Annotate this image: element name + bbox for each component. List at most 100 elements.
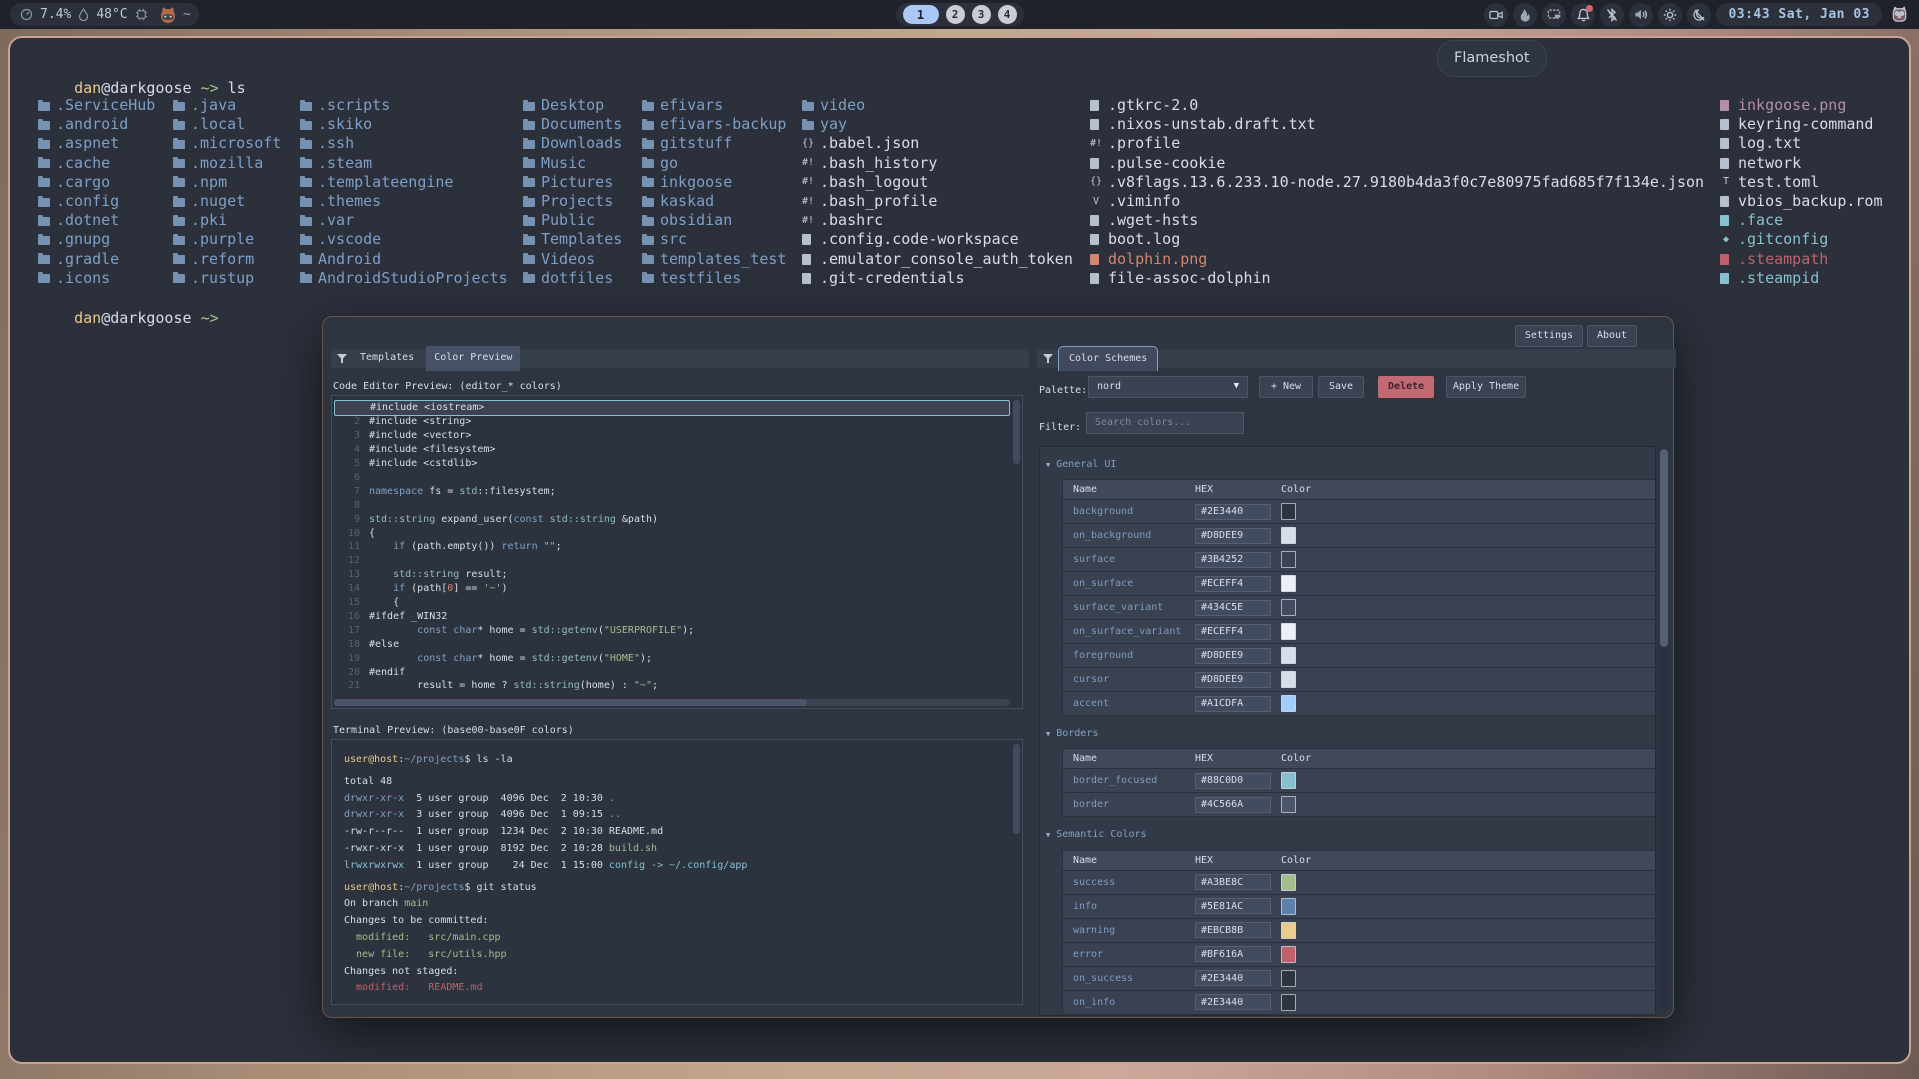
bluetooth-button[interactable] bbox=[1600, 3, 1624, 27]
file-entry: go bbox=[642, 154, 786, 173]
color-swatch[interactable] bbox=[1281, 946, 1296, 963]
tab-templates[interactable]: Templates bbox=[352, 346, 422, 370]
color-swatch[interactable] bbox=[1281, 922, 1296, 939]
hex-value-input[interactable]: #D8DEE9 bbox=[1195, 648, 1271, 664]
color-swatch[interactable] bbox=[1281, 796, 1296, 813]
color-row: success#A3BE8C bbox=[1063, 870, 1655, 894]
workspace-button-3[interactable]: 3 bbox=[972, 5, 991, 24]
color-swatch[interactable] bbox=[1281, 647, 1296, 664]
color-swatch[interactable] bbox=[1281, 671, 1296, 688]
schemes-scrollbar[interactable] bbox=[1660, 446, 1668, 1012]
color-swatch[interactable] bbox=[1281, 994, 1296, 1011]
color-swatch[interactable] bbox=[1281, 527, 1296, 544]
settings-button[interactable]: Settings bbox=[1515, 325, 1583, 347]
color-search-input[interactable]: Search colors... bbox=[1086, 412, 1244, 434]
apply-theme-button[interactable]: Apply Theme bbox=[1446, 376, 1526, 398]
hex-value-input[interactable]: #88C0D0 bbox=[1195, 773, 1271, 789]
schemes-scrollbar-thumb[interactable] bbox=[1660, 449, 1668, 647]
palette-select[interactable]: nord ▼ bbox=[1088, 376, 1248, 398]
screen-record-button[interactable] bbox=[1484, 3, 1508, 27]
flameshot-button[interactable] bbox=[1513, 3, 1537, 27]
section-header[interactable]: ▼Semantic Colors bbox=[1046, 825, 1655, 845]
screen-lock-icon bbox=[1547, 8, 1561, 21]
folder-icon bbox=[38, 178, 50, 187]
folder-icon bbox=[173, 274, 185, 283]
brightness-sun-icon bbox=[1663, 8, 1677, 22]
file-icon bbox=[1090, 254, 1099, 265]
file-icon bbox=[1090, 119, 1099, 130]
hex-value-input[interactable]: #A1CDFA bbox=[1195, 696, 1271, 712]
file-entry: .config bbox=[38, 192, 155, 211]
color-swatch[interactable] bbox=[1281, 772, 1296, 789]
color-name: surface bbox=[1063, 550, 1195, 569]
tray-owl-button[interactable] bbox=[1887, 3, 1911, 27]
workspace-button-1[interactable]: 1 bbox=[903, 5, 939, 24]
theme-editor-window[interactable]: Settings About Templates Color Preview C… bbox=[322, 316, 1674, 1018]
color-swatch[interactable] bbox=[1281, 623, 1296, 640]
editor-vscrollbar-thumb[interactable] bbox=[1013, 400, 1020, 464]
color-row: error#BF616A bbox=[1063, 942, 1655, 966]
terminal-window[interactable]: dan@darkgoose ~> ls .ServiceHub.android.… bbox=[8, 36, 1911, 1064]
clock[interactable]: 03:43 Sat, Jan 03 bbox=[1716, 3, 1882, 26]
editor-hscrollbar-thumb[interactable] bbox=[334, 699, 807, 706]
save-button[interactable]: Save bbox=[1318, 376, 1364, 398]
color-swatch[interactable] bbox=[1281, 599, 1296, 616]
prompt-user: dan bbox=[74, 79, 101, 97]
notifications-button[interactable] bbox=[1571, 3, 1595, 27]
table-header-row: NameHEXColor bbox=[1063, 480, 1655, 499]
delete-button[interactable]: Delete bbox=[1378, 376, 1434, 398]
terminal-preview[interactable]: user@host:~/projects$ ls -latotal 48drwx… bbox=[331, 739, 1023, 1005]
color-swatch[interactable] bbox=[1281, 575, 1296, 592]
hex-value-input[interactable]: #5E81AC bbox=[1195, 898, 1271, 914]
hex-value-input[interactable]: #434C5E bbox=[1195, 600, 1271, 616]
filetype-glyph-icon: #! bbox=[802, 157, 814, 169]
new-palette-button[interactable]: + New bbox=[1259, 376, 1313, 398]
folder-icon bbox=[38, 140, 50, 149]
tab-color-schemes[interactable]: Color Schemes bbox=[1058, 346, 1158, 371]
folder-icon bbox=[523, 255, 535, 264]
folder-icon bbox=[642, 178, 654, 187]
hex-value-input[interactable]: #2E3440 bbox=[1195, 994, 1271, 1010]
color-swatch[interactable] bbox=[1281, 551, 1296, 568]
workspace-button-4[interactable]: 4 bbox=[998, 5, 1017, 24]
color-swatch[interactable] bbox=[1281, 503, 1296, 520]
file-entry: #!.profile bbox=[1090, 134, 1704, 153]
hex-value-input[interactable]: #4C566A bbox=[1195, 797, 1271, 813]
folder-icon bbox=[642, 274, 654, 283]
folder-icon bbox=[38, 274, 50, 283]
color-swatch[interactable] bbox=[1281, 695, 1296, 712]
hex-value-input[interactable]: #D8DEE9 bbox=[1195, 528, 1271, 544]
file-entry: .nixos-unstab.draft.txt bbox=[1090, 115, 1704, 134]
hex-value-input[interactable]: #3B4252 bbox=[1195, 552, 1271, 568]
terminal-vscrollbar-thumb[interactable] bbox=[1013, 744, 1020, 834]
hex-value-input[interactable]: #2E3440 bbox=[1195, 970, 1271, 986]
color-swatch[interactable] bbox=[1281, 970, 1296, 987]
volume-button[interactable] bbox=[1629, 3, 1653, 27]
brightness-button[interactable] bbox=[1658, 3, 1682, 27]
file-entry: ◆.gitconfig bbox=[1720, 230, 1883, 249]
hex-value-input[interactable]: #D8DEE9 bbox=[1195, 672, 1271, 688]
hex-value-input[interactable]: #EBCB8B bbox=[1195, 922, 1271, 938]
about-button[interactable]: About bbox=[1587, 325, 1637, 347]
hex-value-input[interactable]: #ECEFF4 bbox=[1195, 624, 1271, 640]
hex-value-input[interactable]: #A3BE8C bbox=[1195, 874, 1271, 890]
hex-value-input[interactable]: #2E3440 bbox=[1195, 504, 1271, 520]
screenshot-tool-button[interactable] bbox=[1542, 3, 1566, 27]
code-editor-preview[interactable]: 1#include <iostream>2#include <string>3#… bbox=[331, 395, 1023, 709]
file-entry: .rustup bbox=[173, 269, 281, 288]
hex-value-input[interactable]: #ECEFF4 bbox=[1195, 576, 1271, 592]
file-entry: .gnupg bbox=[38, 230, 155, 249]
night-light-button[interactable] bbox=[1687, 3, 1711, 27]
file-entry: testfiles bbox=[642, 269, 786, 288]
section-header[interactable]: ▼General UI bbox=[1046, 455, 1655, 475]
folder-icon bbox=[642, 236, 654, 245]
section-header[interactable]: ▼Borders bbox=[1046, 724, 1655, 744]
color-swatch[interactable] bbox=[1281, 898, 1296, 915]
hex-value-input[interactable]: #BF616A bbox=[1195, 946, 1271, 962]
editor-hscrollbar[interactable] bbox=[334, 699, 1010, 706]
tab-color-preview[interactable]: Color Preview bbox=[426, 346, 520, 370]
workspace-button-2[interactable]: 2 bbox=[946, 5, 965, 24]
color-name: on_surface_variant bbox=[1063, 622, 1195, 641]
terminal-launcher-pill[interactable]: ~ bbox=[150, 3, 199, 26]
color-swatch[interactable] bbox=[1281, 874, 1296, 891]
